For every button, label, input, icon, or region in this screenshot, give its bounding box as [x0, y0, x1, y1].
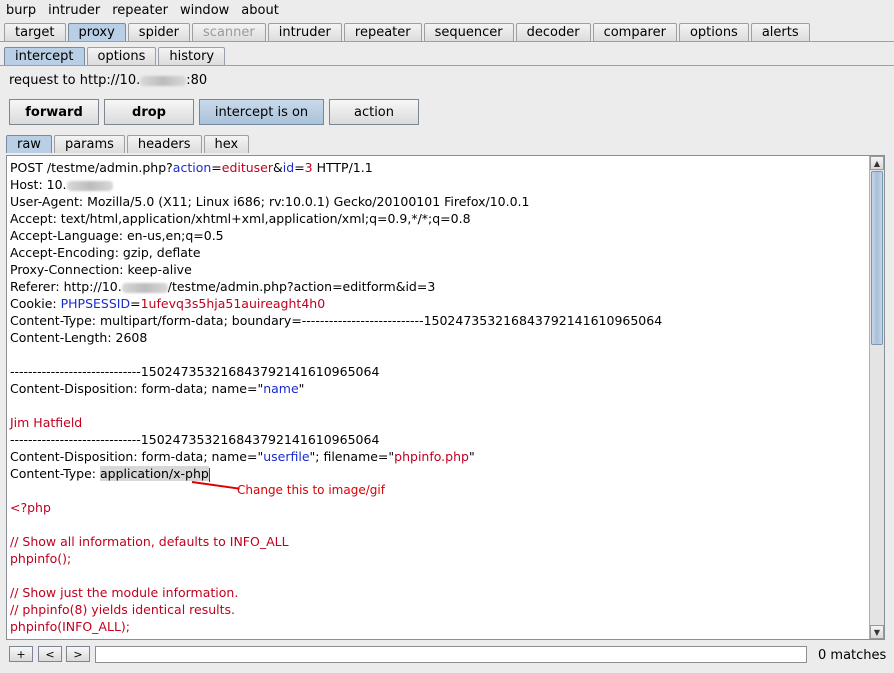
menu-window[interactable]: window [180, 3, 229, 18]
tab-history[interactable]: history [158, 47, 226, 65]
tab-proxy-options[interactable]: options [86, 47, 157, 65]
tab-target[interactable]: target [4, 23, 66, 41]
view-tab-bar: raw params headers hex [6, 135, 251, 153]
forward-button[interactable]: forward [9, 99, 99, 125]
search-input[interactable] [95, 646, 807, 663]
vertical-scrollbar[interactable]: ▲ ▼ [869, 156, 884, 639]
selected-mime-type[interactable]: application/x-php [99, 466, 209, 481]
php-comment: // Show just the module information. [10, 585, 239, 600]
content-disposition-name: Content-Disposition: form-data; name="na… [10, 381, 305, 396]
proxy-tab-bar: intercept options history [4, 47, 227, 65]
request-editor[interactable]: POST /testme/admin.php?action=edituser&i… [6, 155, 885, 640]
proxy-tab-divider [0, 65, 894, 66]
host-header: Host: 10. [10, 176, 868, 193]
tab-headers[interactable]: headers [126, 135, 202, 153]
redacted-host [140, 75, 187, 86]
accept-language-header: Accept-Language: en-us,en;q=0.5 [10, 228, 224, 243]
prev-match-button[interactable]: < [38, 646, 62, 662]
tab-repeater[interactable]: repeater [343, 23, 422, 41]
match-count: 0 matches [818, 648, 887, 663]
tab-options[interactable]: options [678, 23, 749, 41]
tab-hex[interactable]: hex [203, 135, 250, 153]
tab-comparer[interactable]: comparer [592, 23, 677, 41]
php-comment: // Show all information, defaults to INF… [10, 534, 289, 549]
php-open-tag: <?php [10, 500, 51, 515]
tab-spider[interactable]: spider [127, 23, 191, 41]
accept-header: Accept: text/html,application/xhtml+xml,… [10, 211, 471, 226]
text-caret [208, 467, 210, 482]
tab-scanner[interactable]: scanner [192, 23, 266, 41]
menu-about[interactable]: about [241, 3, 279, 18]
main-tab-bar: target proxy spider scanner intruder rep… [4, 23, 812, 41]
tab-sequencer[interactable]: sequencer [423, 23, 514, 41]
menu-intruder[interactable]: intruder [48, 3, 100, 18]
proxy-connection-header: Proxy-Connection: keep-alive [10, 262, 192, 277]
content-length-header: Content-Length: 2608 [10, 330, 148, 345]
tab-params[interactable]: params [53, 135, 125, 153]
scroll-down-icon[interactable]: ▼ [870, 625, 884, 639]
file-content-type: Content-Type: application/x-php [10, 466, 210, 482]
boundary-line: -----------------------------15024735321… [10, 364, 380, 379]
main-tab-divider [0, 41, 894, 42]
scroll-up-icon[interactable]: ▲ [870, 156, 884, 170]
php-comment: // phpinfo(8) yields identical results. [10, 602, 235, 617]
annotation-note: Change this to image/gif [237, 483, 385, 497]
menu-burp[interactable]: burp [6, 3, 36, 18]
scrollbar-thumb[interactable] [871, 171, 883, 345]
boundary-line: -----------------------------15024735321… [10, 432, 380, 447]
tab-raw[interactable]: raw [6, 135, 52, 153]
action-button[interactable]: action [329, 99, 419, 125]
tab-decoder[interactable]: decoder [515, 23, 591, 41]
content-type-header: Content-Type: multipart/form-data; bound… [10, 313, 663, 328]
add-search-button[interactable]: + [9, 646, 33, 662]
redacted-host [121, 282, 168, 293]
referer-header: Referer: http://10./testme/admin.php?act… [10, 279, 436, 294]
cookie-header: Cookie: PHPSESSID=1ufevq3s5hja51auireagh… [10, 296, 326, 311]
intercept-toggle-button[interactable]: intercept is on [199, 99, 324, 125]
content-disposition-file: Content-Disposition: form-data; name="us… [10, 449, 475, 464]
php-code: phpinfo(); [10, 551, 72, 566]
user-agent-header: User-Agent: Mozilla/5.0 (X11; Linux i686… [10, 194, 530, 209]
drop-button[interactable]: drop [104, 99, 194, 125]
request-text[interactable]: POST /testme/admin.php?action=edituser&i… [10, 159, 868, 635]
request-target-label: request to http://10.:80 [9, 73, 208, 88]
menu-repeater[interactable]: repeater [112, 3, 168, 18]
tab-proxy[interactable]: proxy [67, 23, 126, 41]
menu-bar: burp intruder repeater window about [0, 0, 894, 20]
name-value: Jim Hatfield [10, 415, 83, 430]
php-code: phpinfo(INFO_ALL); [10, 619, 130, 634]
redacted-host [66, 180, 113, 191]
request-line: POST /testme/admin.php?action=edituser&i… [10, 160, 373, 175]
search-bar: + < > 0 matches [0, 644, 894, 668]
tab-alerts[interactable]: alerts [750, 23, 810, 41]
tab-intercept[interactable]: intercept [4, 47, 85, 65]
accept-encoding-header: Accept-Encoding: gzip, deflate [10, 245, 201, 260]
next-match-button[interactable]: > [66, 646, 90, 662]
tab-intruder[interactable]: intruder [267, 23, 342, 41]
